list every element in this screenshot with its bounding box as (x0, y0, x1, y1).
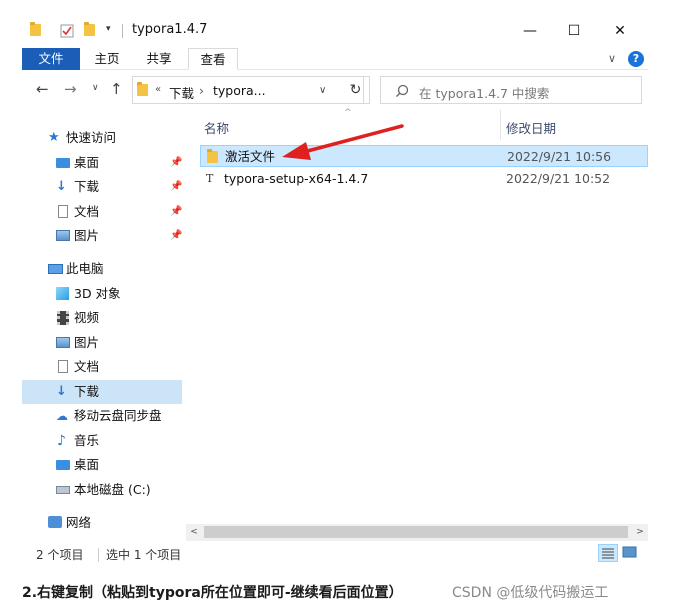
folder-icon (137, 82, 148, 96)
properties-icon[interactable] (60, 24, 74, 38)
document-icon (58, 205, 68, 218)
tab-share[interactable]: 共享 (136, 48, 182, 70)
folder-icon (30, 22, 44, 38)
cloud-icon: ☁ (56, 409, 68, 423)
up-button[interactable]: ↑ (110, 80, 123, 98)
sidebar-item-music[interactable]: ♪ 音乐 (22, 429, 182, 453)
sidebar-item-3d-objects[interactable]: 3D 对象 (22, 282, 182, 306)
close-button[interactable]: ✕ (598, 18, 642, 44)
item-count: 2 个项目 (36, 548, 84, 562)
drive-icon (56, 486, 70, 494)
forward-button[interactable]: → (64, 80, 77, 98)
sidebar-item-quick-access[interactable]: ★ 快速访问 (22, 126, 182, 150)
tutorial-caption: 2.右键复制（粘贴到typora所在位置即可-继续看后面位置） (22, 585, 403, 601)
pin-icon[interactable]: 📌 (170, 224, 182, 248)
navigation-bar: ← → ∨ ↑ « 下载 › typora... ∨ ↻ 在 typora1.4… (22, 72, 648, 108)
pin-icon[interactable]: 📌 (170, 151, 182, 175)
search-placeholder: 在 typora1.4.7 中搜索 (419, 86, 550, 101)
search-icon (396, 84, 409, 97)
tab-file[interactable]: 文件 (22, 48, 80, 70)
tab-home[interactable]: 主页 (84, 48, 130, 70)
help-icon[interactable]: ? (628, 51, 644, 67)
breadcrumb-typora[interactable]: typora... (213, 83, 266, 98)
address-dropdown-icon[interactable]: ∨ (319, 85, 326, 96)
sidebar-item-videos[interactable]: 视频 (22, 306, 182, 330)
selection-count: 选中 1 个项目 (106, 548, 182, 562)
back-button[interactable]: ← (36, 80, 49, 98)
details-view-button[interactable] (598, 544, 618, 562)
scroll-left-button[interactable]: < (186, 524, 202, 541)
tab-view[interactable]: 查看 (188, 48, 238, 70)
column-header-name[interactable]: 名称 (204, 118, 229, 137)
star-icon: ★ (48, 130, 60, 145)
minimize-button[interactable]: — (508, 18, 552, 44)
folder-icon (207, 149, 218, 163)
horizontal-scrollbar[interactable]: < > (186, 524, 648, 541)
file-list: ^ 名称 修改日期 激活文件 2022/9/21 10:56 T typora-… (186, 108, 648, 540)
download-icon: ↓ (56, 179, 67, 194)
scrollbar-thumb[interactable] (204, 526, 628, 538)
desktop-icon (56, 460, 70, 470)
large-icons-view-button[interactable] (620, 544, 640, 562)
title-divider (122, 24, 123, 38)
file-row-typora-setup[interactable]: T typora-setup-x64-1.4.7 2022/9/21 10:52 (200, 168, 648, 190)
document-icon (58, 360, 68, 373)
title-bar: ▾ typora1.4.7 — ☐ ✕ (22, 14, 648, 48)
list-view-icon (602, 548, 614, 559)
pin-icon[interactable]: 📌 (170, 175, 182, 199)
breadcrumb-separator-icon: › (199, 83, 204, 98)
file-row-activation-folder[interactable]: 激活文件 2022/9/21 10:56 (200, 145, 648, 167)
sidebar-item-cloud-sync[interactable]: ☁ 移动云盘同步盘 (22, 404, 182, 428)
picture-icon (56, 337, 70, 348)
sidebar-item-pictures-pc[interactable]: 图片 (22, 331, 182, 355)
picture-icon (56, 230, 70, 241)
sidebar-item-desktop[interactable]: 桌面 📌 (22, 151, 182, 175)
video-icon (57, 311, 69, 325)
recent-locations-button[interactable]: ∨ (92, 83, 99, 93)
sidebar-item-pictures[interactable]: 图片 📌 (22, 224, 182, 248)
network-icon (48, 516, 62, 528)
scroll-right-button[interactable]: > (632, 524, 648, 541)
status-bar: 2 个项目 选中 1 个项目 (22, 542, 648, 566)
status-divider (98, 548, 99, 562)
column-divider[interactable] (500, 110, 501, 140)
desktop-icon (56, 158, 70, 168)
sidebar-item-downloads-pc[interactable]: ↓ 下载 (22, 380, 182, 404)
cube-icon (56, 287, 69, 300)
sidebar-item-documents[interactable]: 文档 📌 (22, 200, 182, 224)
sidebar-item-desktop-pc[interactable]: 桌面 (22, 453, 182, 477)
thumbnail-view-icon (622, 546, 637, 558)
music-icon: ♪ (57, 433, 66, 449)
text-file-icon: T (206, 172, 214, 185)
sidebar-item-this-pc[interactable]: 此电脑 (22, 257, 182, 281)
new-folder-icon[interactable] (84, 22, 98, 38)
search-input[interactable]: 在 typora1.4.7 中搜索 (380, 76, 642, 104)
column-header-modified[interactable]: 修改日期 (506, 118, 556, 137)
computer-icon (48, 264, 63, 274)
sidebar-item-downloads[interactable]: ↓ 下载 📌 (22, 175, 182, 199)
path-overflow-icon[interactable]: « (155, 84, 161, 95)
sidebar-item-documents-pc[interactable]: 文档 (22, 355, 182, 379)
ribbon-tabs: 文件 主页 共享 查看 ∨ ? (22, 48, 648, 70)
sidebar-item-network[interactable]: 网络 (22, 511, 182, 535)
csdn-watermark: CSDN @低级代码搬运工 (452, 585, 609, 601)
window-title: typora1.4.7 (132, 22, 208, 37)
maximize-button[interactable]: ☐ (552, 18, 596, 44)
quick-access-dropdown-icon[interactable]: ▾ (106, 24, 120, 38)
explorer-window: ▾ typora1.4.7 — ☐ ✕ 文件 主页 共享 查看 ∨ ? ← → … (22, 14, 648, 568)
navigation-pane: ★ 快速访问 桌面 📌 ↓ 下载 📌 文档 📌 图片 📌 此电脑 3D 对象 视… (22, 114, 186, 530)
sort-indicator-icon: ^ (344, 108, 352, 118)
breadcrumb-downloads[interactable]: 下载 (169, 83, 194, 102)
pin-icon[interactable]: 📌 (170, 200, 182, 224)
address-bar[interactable]: « 下载 › typora... ∨ (132, 76, 364, 104)
sidebar-item-local-disk-c[interactable]: 本地磁盘 (C:) (22, 478, 182, 502)
download-icon: ↓ (56, 384, 67, 399)
refresh-button[interactable]: ↻ (342, 76, 370, 104)
ribbon-expand-icon[interactable]: ∨ (608, 52, 616, 65)
